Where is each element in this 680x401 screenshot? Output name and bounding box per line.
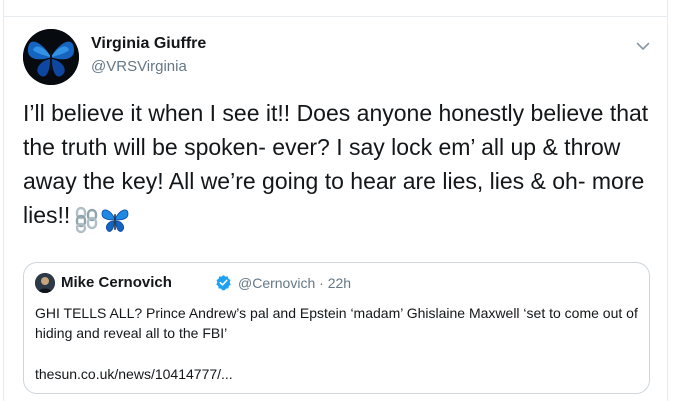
blue-butterfly-icon	[23, 29, 79, 85]
tweet-text: I’ll believe it when I see it!! Does any…	[23, 96, 653, 235]
quoted-tweet[interactable]: Mike Cernovich @Cernovich · 22h GHI TELL…	[23, 262, 650, 394]
quoted-author-handle[interactable]: @Cernovich	[238, 275, 315, 291]
author-avatar[interactable]	[23, 29, 79, 85]
quoted-author-meta: @Cernovich · 22h	[238, 275, 351, 291]
timeline-divider	[3, 0, 668, 17]
quoted-author-avatar[interactable]	[35, 273, 55, 293]
butterfly-icon	[101, 209, 129, 232]
verified-badge-icon	[216, 275, 231, 291]
quoted-tweet-text: GHI TELLS ALL? Prince Andrew’s pal and E…	[35, 305, 638, 341]
emoji-row	[74, 201, 130, 235]
chains-icon	[76, 206, 98, 234]
author-handle[interactable]: @VRSVirginia	[91, 58, 187, 75]
tweet-menu-button[interactable]	[630, 33, 656, 59]
quoted-tweet-link[interactable]: thesun.co.uk/news/10414777/...	[35, 366, 233, 382]
quoted-author-name[interactable]: Mike Cernovich	[61, 274, 172, 291]
quoted-timestamp[interactable]: 22h	[328, 275, 351, 291]
author-display-name[interactable]: Virginia Giuffre	[91, 35, 206, 53]
avatar-photo-icon	[35, 273, 55, 293]
meta-separator: ·	[319, 275, 324, 291]
chevron-down-icon	[636, 42, 650, 50]
